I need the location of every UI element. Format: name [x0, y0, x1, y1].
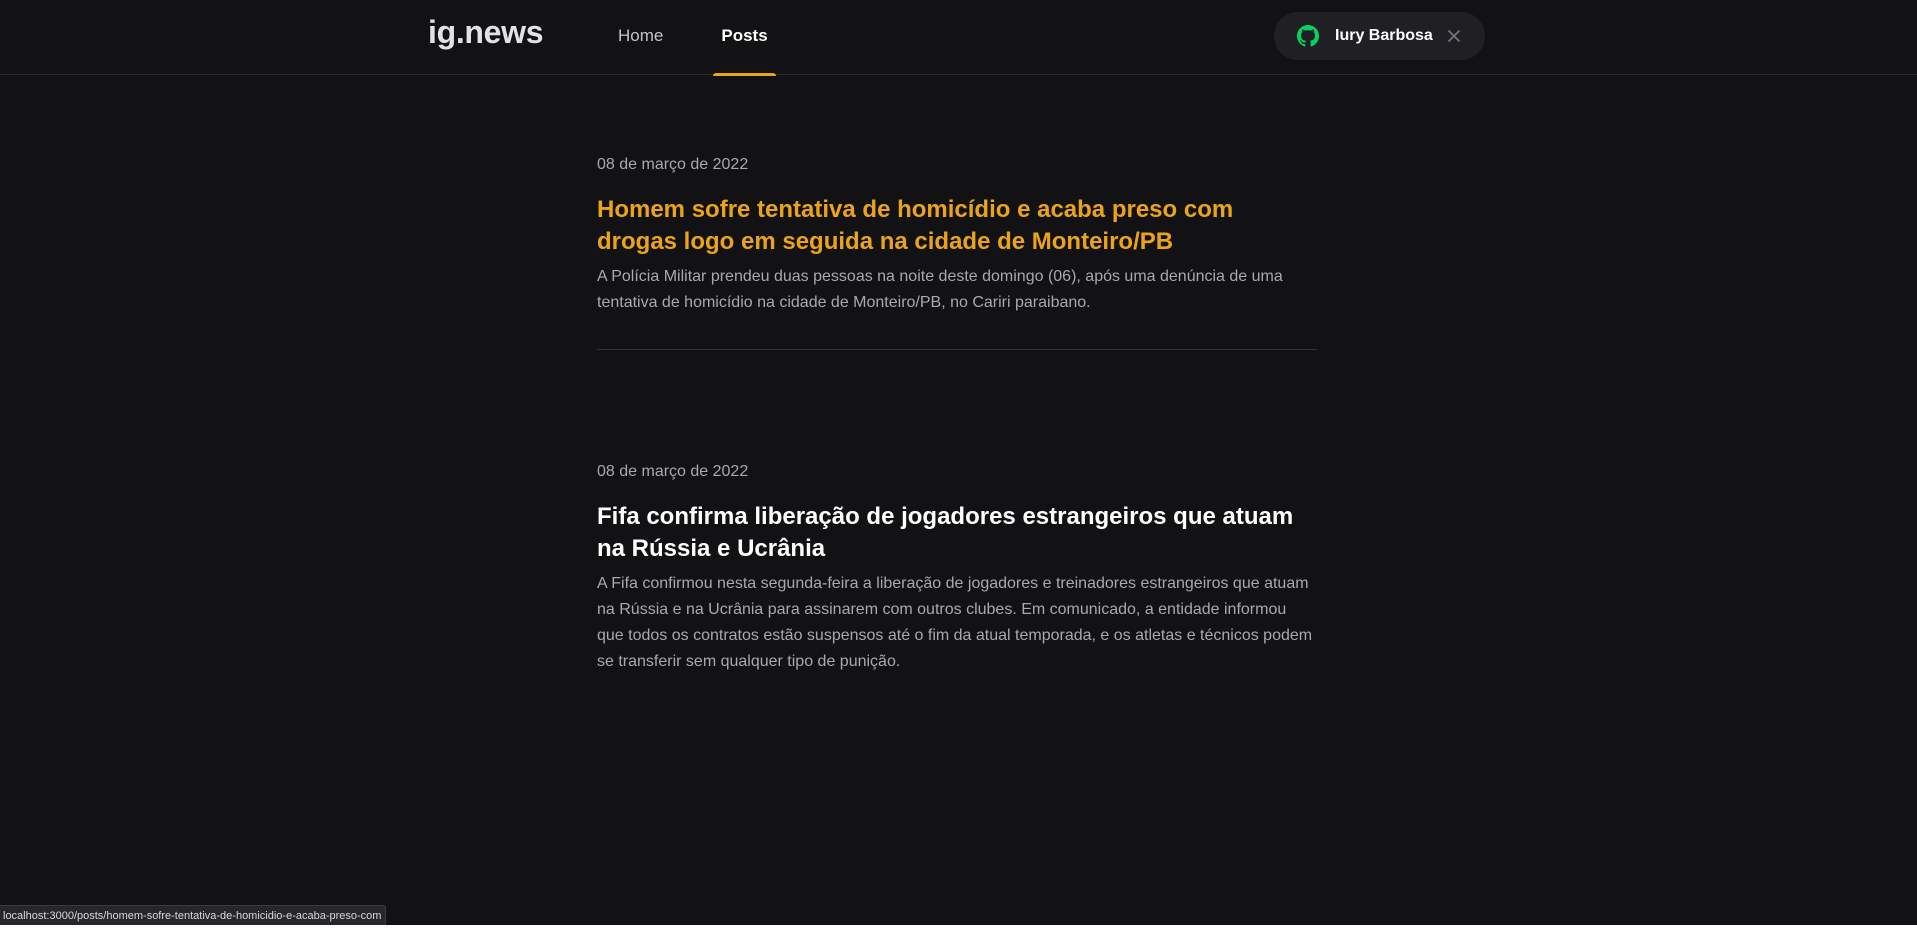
post-excerpt: A Polícia Militar prendeu duas pessoas n…	[597, 268, 1283, 311]
close-icon[interactable]	[1447, 29, 1461, 43]
main-nav: Home Posts	[610, 0, 818, 76]
status-bar-url: localhost:3000/posts/homem-sofre-tentati…	[0, 905, 387, 925]
post-date: 08 de março de 2022	[597, 463, 749, 480]
nav-home-link[interactable]: Home	[610, 0, 671, 75]
page: ig.news Home Posts Iury Barbosa 08 de ma…	[0, 0, 1917, 925]
post-item[interactable]: 08 de março de 2022 Homem sofre tentativ…	[597, 75, 1317, 316]
post-excerpt: A Fifa confirmou nesta segunda-feira a l…	[597, 575, 1313, 670]
post-title[interactable]: Homem sofre tentativa de homicídio e aca…	[597, 194, 1317, 258]
github-icon	[1297, 25, 1319, 47]
post-item[interactable]: 08 de março de 2022 Fifa confirma libera…	[597, 382, 1317, 675]
user-name: Iury Barbosa	[1335, 27, 1433, 44]
post-divider	[597, 349, 1317, 350]
nav-posts-link[interactable]: Posts	[713, 0, 776, 76]
posts-list: 08 de março de 2022 Homem sofre tentativ…	[597, 75, 1317, 675]
sign-out-button[interactable]: Iury Barbosa	[1274, 12, 1485, 60]
post-date: 08 de março de 2022	[597, 156, 749, 173]
logo[interactable]: ig.news	[428, 14, 544, 51]
window-bottom-edge	[0, 925, 1917, 929]
header: ig.news Home Posts Iury Barbosa	[0, 0, 1917, 76]
post-title[interactable]: Fifa confirma liberação de jogadores est…	[597, 501, 1317, 565]
